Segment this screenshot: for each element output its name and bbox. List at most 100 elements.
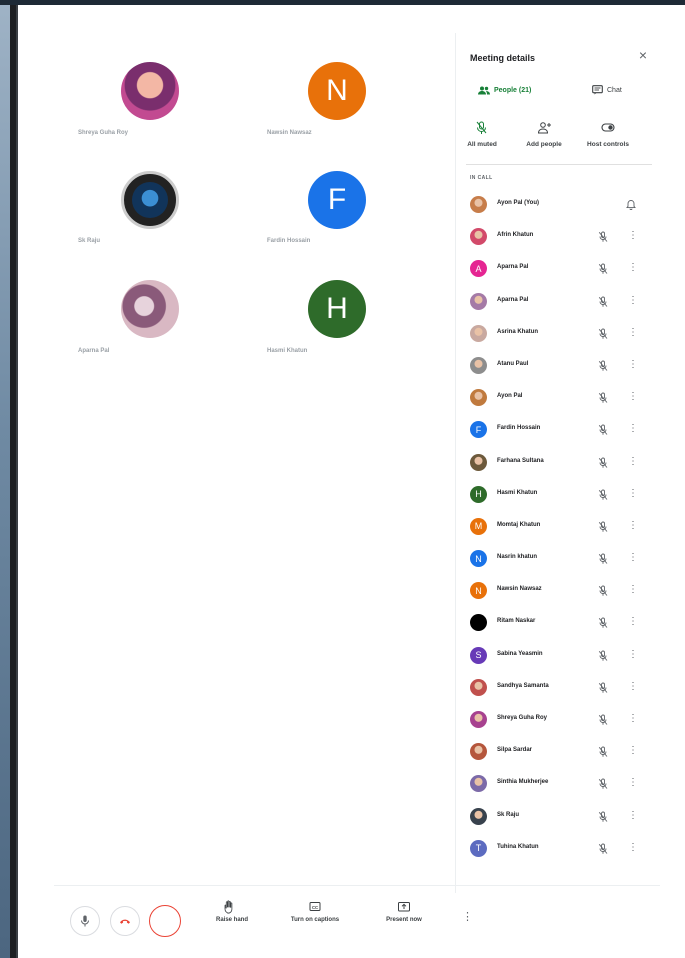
- participant-row[interactable]: F Fardin Hossain ⋮: [456, 414, 662, 446]
- participant-row[interactable]: Shreya Guha Roy ⋮: [456, 704, 662, 736]
- participant-row[interactable]: N Nasrin khatun ⋮: [456, 543, 662, 575]
- more-vert-icon[interactable]: ⋮: [628, 391, 638, 403]
- participant-name: Silpa Sardar: [497, 747, 533, 754]
- participant-initial-avatar: H: [308, 280, 366, 338]
- notification-bell-icon[interactable]: [626, 198, 636, 211]
- raise-hand-label: Raise hand: [215, 917, 248, 923]
- participant-row[interactable]: Asrina Khatun ⋮: [456, 318, 662, 350]
- tab-chat[interactable]: Chat: [592, 83, 622, 97]
- present-now-label: Present now: [386, 917, 422, 923]
- more-vert-icon[interactable]: ⋮: [628, 745, 638, 757]
- participant-row[interactable]: T Tuhina Khatun ⋮: [456, 833, 662, 865]
- more-vert-icon[interactable]: ⋮: [628, 810, 638, 822]
- more-vert-icon[interactable]: ⋮: [628, 295, 638, 307]
- participant-list: Ayon Pal (You) Afrin Khatun ⋮ A Aparna Pal ⋮ A…: [456, 189, 662, 865]
- more-vert-icon[interactable]: ⋮: [628, 262, 638, 274]
- more-vert-icon[interactable]: ⋮: [628, 456, 638, 468]
- participant-row[interactable]: Sk Raju ⋮: [456, 801, 662, 833]
- participant-row[interactable]: Sinthia Mukherjee ⋮: [456, 768, 662, 800]
- svg-text:CC: CC: [312, 905, 318, 910]
- chat-icon: [592, 85, 603, 95]
- participant-row[interactable]: Ayon Pal ⋮: [456, 382, 662, 414]
- mic-icon: [81, 915, 89, 927]
- raise-hand-icon: [224, 900, 233, 914]
- participant-row[interactable]: M Momtaj Khatun ⋮: [456, 511, 662, 543]
- participant-row[interactable]: N Nawsin Nawsaz ⋮: [456, 575, 662, 607]
- participant-name: Aparna Pal: [497, 264, 529, 271]
- mic-off-icon: [597, 681, 609, 693]
- more-vert-icon[interactable]: ⋮: [628, 423, 638, 435]
- participant-name: Sk Raju: [497, 811, 520, 818]
- participant-initial-avatar: H: [470, 485, 487, 503]
- participant-name: Ayon Pal: [497, 393, 523, 400]
- participant-initial-avatar: S: [470, 646, 487, 664]
- captions-button[interactable]: CC Turn on captions: [280, 900, 350, 923]
- more-vert-icon[interactable]: ⋮: [628, 520, 638, 532]
- participant-row[interactable]: Sandhya Samanta ⋮: [456, 672, 662, 704]
- tab-people[interactable]: People (21): [478, 83, 531, 97]
- tab-chat-label: Chat: [607, 86, 622, 94]
- more-vert-icon[interactable]: ⋮: [628, 359, 638, 371]
- more-vert-icon[interactable]: ⋮: [628, 842, 638, 854]
- captions-label: Turn on captions: [290, 917, 340, 923]
- participant-name: Ritam Naskar: [497, 618, 536, 625]
- participant-photo-avatar: [470, 807, 487, 825]
- more-vert-icon[interactable]: ⋮: [628, 777, 638, 789]
- participant-name: Sinthia Mukherjee: [497, 779, 549, 786]
- participant-row[interactable]: Ayon Pal (You): [456, 189, 662, 221]
- more-vert-icon[interactable]: ⋮: [628, 713, 638, 725]
- mic-off-icon: [597, 552, 609, 564]
- mic-off-icon: [597, 359, 609, 371]
- toggle-icon: [601, 123, 615, 132]
- more-vert-icon[interactable]: ⋮: [628, 616, 638, 628]
- microphone-button[interactable]: [70, 906, 100, 936]
- participant-name: Sandhya Samanta: [497, 682, 549, 689]
- participant-name: Hasmi Khatun: [497, 489, 538, 496]
- present-now-button[interactable]: Present now: [369, 900, 439, 923]
- participant-name: Fardin Hossain: [497, 425, 541, 432]
- participant-row[interactable]: Atanu Paul ⋮: [456, 350, 662, 382]
- more-vert-icon[interactable]: ⋮: [628, 649, 638, 661]
- more-vert-icon[interactable]: ⋮: [628, 584, 638, 596]
- end-call-button[interactable]: [110, 906, 140, 936]
- participant-tile-name: Aparna Pal: [78, 348, 110, 354]
- participant-name: Ayon Pal (You): [497, 200, 539, 206]
- participant-row[interactable]: Ritam Naskar ⋮: [456, 607, 662, 639]
- participant-tile-name: Shreya Guha Roy: [78, 130, 129, 136]
- participant-initial-avatar: M: [470, 517, 487, 535]
- more-vert-icon[interactable]: ⋮: [628, 327, 638, 339]
- participant-name: Nawsin Nawsaz: [497, 586, 542, 593]
- all-muted-button[interactable]: All muted: [452, 121, 512, 148]
- more-vert-icon[interactable]: ⋮: [628, 488, 638, 500]
- record-button[interactable]: [149, 905, 181, 937]
- participant-row[interactable]: A Aparna Pal ⋮: [456, 253, 662, 285]
- participant-row[interactable]: Aparna Pal ⋮: [456, 286, 662, 318]
- raise-hand-button[interactable]: Raise hand: [197, 900, 267, 923]
- tab-people-label: People (21): [494, 86, 532, 94]
- more-vert-icon[interactable]: ⋮: [628, 552, 638, 564]
- add-people-button[interactable]: Add people: [514, 121, 574, 148]
- participant-photo-avatar: [470, 389, 487, 407]
- participant-row[interactable]: Afrin Khatun ⋮: [456, 221, 662, 253]
- participant-name: Nasrin khatun: [497, 554, 538, 561]
- participant-row[interactable]: Silpa Sardar ⋮: [456, 736, 662, 768]
- panel-divider: [466, 164, 652, 165]
- participant-photo-avatar: [121, 171, 179, 229]
- avatar-image: [132, 182, 168, 218]
- participant-photo-avatar: [121, 62, 179, 120]
- more-vert-icon[interactable]: ⋮: [628, 230, 638, 242]
- participant-row[interactable]: H Hasmi Khatun ⋮: [456, 479, 662, 511]
- all-muted-label: All muted: [467, 141, 497, 148]
- host-controls-button[interactable]: Host controls: [578, 121, 638, 148]
- participant-photo-avatar: [470, 453, 487, 471]
- mic-off-icon: [597, 616, 609, 629]
- mic-off-icon: [597, 423, 609, 436]
- more-vert-icon[interactable]: ⋮: [628, 681, 638, 693]
- participant-row[interactable]: S Sabina Yeasmin ⋮: [456, 640, 662, 672]
- add-people-label: Add people: [526, 141, 562, 148]
- more-options-button[interactable]: ⋮: [462, 910, 473, 923]
- close-panel-button[interactable]: ×: [636, 48, 650, 62]
- participant-photo-avatar: [470, 228, 487, 246]
- participant-row[interactable]: Farhana Sultana ⋮: [456, 447, 662, 479]
- mic-off-icon: [476, 121, 487, 134]
